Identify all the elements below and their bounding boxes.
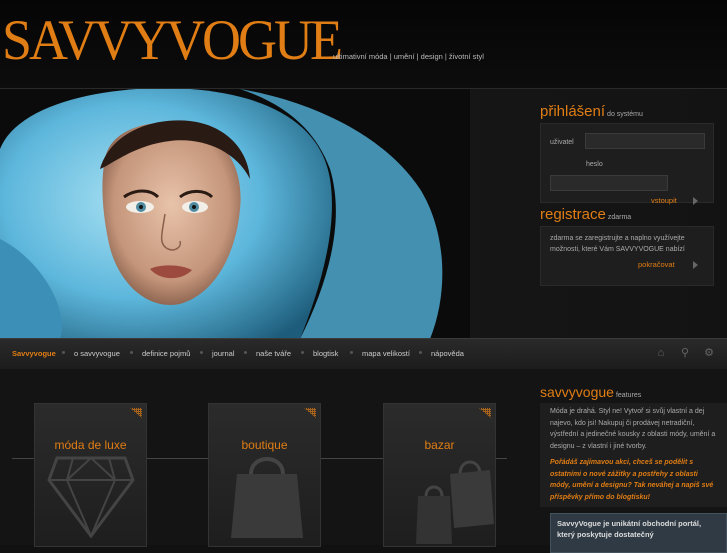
category-label: móda de luxe [54, 438, 127, 452]
registration-text: zdarma se zaregistrujte a naplno využíve… [550, 235, 685, 253]
registration-panel: registrace zdarma zdarma se zaregistrujte… [540, 206, 714, 286]
login-submit-link[interactable]: vstoupit [651, 196, 677, 205]
features-title: savvyvogue features [540, 384, 727, 400]
nav-separator [419, 351, 422, 354]
nav-item-journal[interactable]: journal [212, 349, 235, 358]
search-icon[interactable]: ⚲ [679, 347, 691, 359]
arrow-right-icon[interactable] [693, 261, 698, 269]
nav-separator [244, 351, 247, 354]
nav-separator [200, 351, 203, 354]
nav-item-definitions[interactable]: definice pojmů [142, 349, 190, 358]
nav-separator [130, 351, 133, 354]
login-box: uživatel heslo vstoupit [540, 123, 714, 205]
category-boutique[interactable]: boutique [208, 403, 321, 547]
arrow-right-icon[interactable] [693, 197, 698, 205]
registration-title: registrace zdarma [540, 206, 714, 223]
registration-box: zdarma se zaregistrujte a naplno využíve… [540, 226, 714, 286]
category-luxury[interactable]: móda de luxe [34, 403, 147, 547]
category-bazar[interactable]: bazar [383, 403, 496, 547]
features-panel: savvyvogue features Móda je drahá. Styl n… [540, 384, 727, 553]
nav-separator [301, 351, 304, 354]
header: SAVVYVOGUE ultimativní móda | umění | de… [0, 0, 727, 88]
password-label: heslo [586, 161, 603, 168]
features-title-text: savvyvogue [540, 384, 614, 400]
login-panel: přihlášení do systému uživatel heslo vsto… [540, 103, 714, 205]
registration-title-text: registrace [540, 206, 606, 223]
nav-item-about[interactable]: o savvyvogue [74, 349, 120, 358]
corner-pattern-icon [130, 408, 142, 418]
features-body: Móda je drahá. Styl ne! Vytvoř si svůj v… [540, 403, 727, 507]
shopping-bag-icon [231, 457, 303, 538]
site-logo[interactable]: SAVVYVOGUE [2, 6, 343, 73]
login-title-text: přihlášení [540, 103, 606, 120]
login-title: přihlášení do systému [540, 103, 714, 120]
nav-item-size-map[interactable]: mapa velikostí [362, 349, 410, 358]
features-promo[interactable]: Pořádáš zajímavou akci, chceš se podělit… [550, 457, 719, 503]
nav-item-blogtisk[interactable]: blogtisk [313, 349, 338, 358]
gear-icon[interactable]: ⚙ [703, 347, 715, 359]
password-input[interactable] [550, 175, 668, 191]
nav-item-savvyvogue[interactable]: Savvyvogue [12, 349, 56, 358]
registration-subtitle: zdarma [607, 214, 632, 221]
main-nav: Savvyvogue o savvyvogue definice pojmů j… [0, 338, 727, 370]
diamond-icon [47, 456, 135, 538]
nav-item-help[interactable]: nápověda [431, 349, 464, 358]
category-label: bazar [424, 438, 455, 452]
login-subtitle: do systému [607, 111, 643, 118]
category-label: boutique [241, 438, 288, 452]
shopping-bags-icon [416, 460, 494, 544]
user-label: uživatel [550, 139, 574, 146]
features-subtitle: features [615, 392, 642, 399]
hero-section: přihlášení do systému uživatel heslo vsto… [0, 88, 727, 339]
features-info-box: SavvyVogue je unikátní obchodní portál, … [550, 513, 727, 553]
nav-separator [62, 351, 65, 354]
nav-item-faces[interactable]: naše tváře [256, 349, 291, 358]
tagline: ultimativní móda | umění | design | živo… [333, 52, 484, 61]
features-text: Móda je drahá. Styl ne! Vytvoř si svůj v… [550, 408, 716, 450]
registration-continue-link[interactable]: pokračovat [638, 260, 675, 269]
nav-separator [350, 351, 353, 354]
user-input[interactable] [585, 133, 705, 149]
corner-pattern-icon [304, 408, 316, 418]
hero-photo [0, 89, 470, 339]
home-icon[interactable]: ⌂ [655, 347, 667, 359]
corner-pattern-icon [479, 408, 491, 418]
